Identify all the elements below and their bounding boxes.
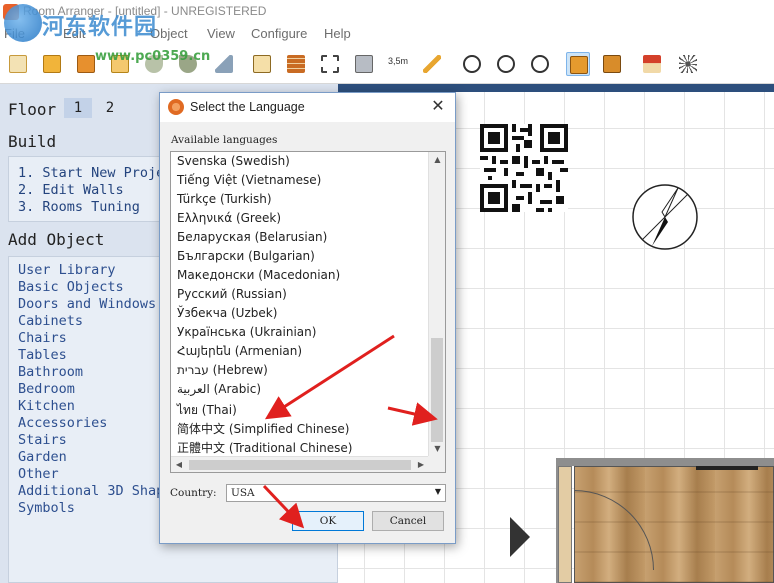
settings-wand-icon <box>679 55 697 73</box>
new-project-icon <box>9 55 27 73</box>
language-item[interactable]: Македонски (Macedonian) <box>177 268 340 282</box>
measure-icon: 3,5m <box>387 56 408 66</box>
language-item[interactable]: Ўзбекча (Uzbek) <box>177 306 277 320</box>
add-object-label: Add Object <box>8 230 105 249</box>
language-item[interactable]: Беларуская (Belarusian) <box>177 230 327 244</box>
wall-button[interactable] <box>284 52 308 76</box>
brush-button[interactable] <box>212 52 236 76</box>
ok-button[interactable]: OK <box>292 511 364 531</box>
brush-icon <box>215 55 233 73</box>
zoom-in-icon <box>497 55 515 73</box>
new-project-button[interactable] <box>6 52 30 76</box>
object-3d-icon <box>355 55 373 73</box>
compass-icon <box>632 184 698 250</box>
floor-tab-2[interactable]: 2 <box>96 98 124 118</box>
canvas-top-border <box>338 84 774 92</box>
zoom-out-button[interactable] <box>528 52 552 76</box>
scroll-down-icon[interactable]: ▼ <box>429 441 446 457</box>
chevron-down-icon: ▼ <box>434 487 441 496</box>
watermark-url: www.pc0359.cn <box>95 49 211 64</box>
view-2d-button[interactable] <box>566 52 590 76</box>
language-item[interactable]: Ελληνικά (Greek) <box>177 211 281 225</box>
language-item[interactable]: Türkçe (Turkish) <box>177 192 272 206</box>
window-marker[interactable] <box>696 466 758 470</box>
menu-configure[interactable]: Configure <box>251 26 307 41</box>
language-item[interactable]: Русский (Russian) <box>177 287 287 301</box>
open-folder-icon <box>43 55 61 73</box>
house-3d-icon <box>643 55 661 73</box>
scroll-left-icon[interactable]: ◀ <box>171 457 187 473</box>
language-list-horizontal-scrollbar[interactable]: ◀ ▶ <box>171 456 429 472</box>
scrollbar-corner <box>428 456 445 472</box>
select-corners-button[interactable] <box>318 52 342 76</box>
scroll-right-icon[interactable]: ▶ <box>413 457 429 473</box>
available-languages-label: Available languages <box>171 134 278 146</box>
horizontal-scroll-thumb[interactable] <box>189 460 411 470</box>
object-3d-button[interactable] <box>352 52 376 76</box>
country-select-value: USA <box>231 487 255 499</box>
select-language-dialog: Select the Language ✕ Available language… <box>159 92 456 544</box>
scroll-up-icon[interactable]: ▲ <box>429 152 446 168</box>
close-icon[interactable]: ✕ <box>427 96 449 118</box>
play-arrow-icon <box>510 517 530 557</box>
room-arranger-window: Room Arranger - [untitled] - UNREGISTERE… <box>0 0 774 583</box>
country-select[interactable]: USA ▼ <box>226 484 446 502</box>
vertical-scroll-thumb[interactable] <box>431 338 443 442</box>
language-item[interactable]: 正體中文 (Traditional Chinese) <box>177 439 352 456</box>
cancel-button[interactable]: Cancel <box>372 511 444 531</box>
floor-plan-button[interactable] <box>250 52 274 76</box>
menu-view[interactable]: View <box>207 26 235 41</box>
language-item[interactable]: Tiếng Việt (Vietnamese) <box>177 173 321 187</box>
zoom-in-button[interactable] <box>494 52 518 76</box>
pencil-icon <box>423 55 441 73</box>
settings-wand-button[interactable] <box>676 52 700 76</box>
language-item[interactable]: Українська (Ukrainian) <box>177 325 316 339</box>
view-layers-icon <box>603 55 621 73</box>
build-label: Build <box>8 132 57 151</box>
country-label: Country: <box>170 487 217 499</box>
house-3d-button[interactable] <box>640 52 664 76</box>
select-corners-icon <box>321 55 339 73</box>
watermark-site-name: 河东软件园 <box>42 15 158 40</box>
language-item-simplified-chinese[interactable]: 简体中文 (Simplified Chinese) <box>177 420 349 437</box>
language-list[interactable]: Svenska (Swedish) Tiếng Việt (Vietnamese… <box>170 151 446 473</box>
dialog-app-icon <box>168 99 184 115</box>
language-list-vertical-scrollbar[interactable]: ▲ ▼ <box>428 152 445 457</box>
dialog-title: Select the Language <box>190 100 305 114</box>
floor-plan-icon <box>253 55 271 73</box>
zoom-fit-button[interactable] <box>460 52 484 76</box>
zoom-out-icon <box>531 55 549 73</box>
dialog-title-bar: Select the Language ✕ <box>160 93 455 122</box>
door-panel[interactable] <box>558 466 572 583</box>
floor-label: Floor <box>8 100 57 119</box>
language-item[interactable]: Հայերեն (Armenian) <box>177 344 302 358</box>
language-item[interactable]: العربية (Arabic) <box>177 382 261 396</box>
language-item[interactable]: ไทย (Thai) <box>177 401 237 420</box>
floor-tab-1[interactable]: 1 <box>64 98 92 118</box>
qr-code-image <box>480 124 568 212</box>
save-icon <box>77 55 95 73</box>
open-button[interactable] <box>40 52 64 76</box>
measure-button[interactable]: 3,5m <box>386 52 410 76</box>
language-item[interactable]: Svenska (Swedish) <box>177 154 290 168</box>
view-2d-icon <box>570 56 588 74</box>
watermark-logo <box>4 4 42 42</box>
language-item[interactable]: עברית (Hebrew) <box>177 363 268 377</box>
language-item[interactable]: Български (Bulgarian) <box>177 249 315 263</box>
wall-icon <box>287 55 305 73</box>
menu-help[interactable]: Help <box>324 26 351 41</box>
language-rows: Svenska (Swedish) Tiếng Việt (Vietnamese… <box>171 152 429 457</box>
zoom-fit-icon <box>463 55 481 73</box>
pencil-button[interactable] <box>420 52 444 76</box>
view-layers-button[interactable] <box>600 52 624 76</box>
